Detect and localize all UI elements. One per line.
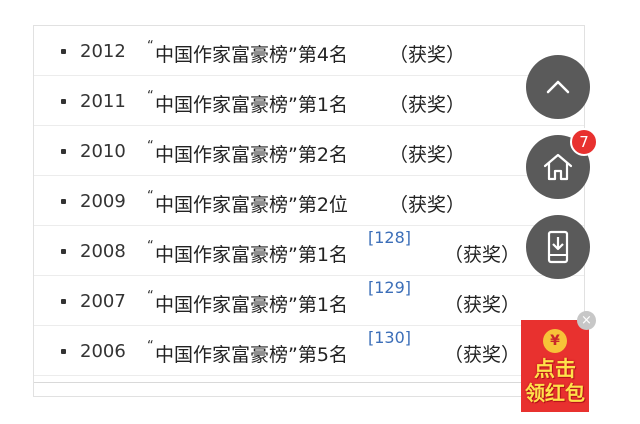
ranking-title: 中国作家富豪榜”第1名	[155, 294, 348, 316]
bullet	[61, 249, 66, 254]
bullet	[61, 299, 66, 304]
list-item: 2006 “ 中国作家富豪榜”第5名 [130] （获奖）	[34, 326, 584, 376]
award-tag: （获奖）	[389, 144, 466, 166]
ranking-title: 中国作家富豪榜”第2位	[155, 194, 348, 216]
ranking-title: 中国作家富豪榜”第2名	[155, 144, 348, 166]
divider	[34, 382, 584, 383]
year-label: 2009	[80, 191, 126, 212]
bullet	[61, 99, 66, 104]
list-item: 2011 “ 中国作家富豪榜”第1名 （获奖）	[34, 76, 584, 126]
reference-link[interactable]: [128]	[368, 228, 411, 247]
bullet	[61, 199, 66, 204]
award-tag: （获奖）	[444, 294, 521, 316]
red-packet-button[interactable]: ¥ 点击 领红包	[521, 320, 589, 412]
award-tag: （获奖）	[444, 344, 521, 366]
open-quote: “	[147, 239, 154, 254]
scroll-top-button[interactable]	[526, 55, 590, 119]
chevron-up-icon	[546, 80, 570, 94]
open-quote: “	[147, 189, 154, 204]
red-packet-label-line2: 领红包	[525, 381, 585, 405]
red-packet-label-line1: 点击	[534, 357, 576, 381]
bullet	[61, 49, 66, 54]
ranking-title: 中国作家富豪榜”第1名	[155, 94, 348, 116]
home-icon	[543, 153, 573, 181]
notification-badge: 7	[570, 128, 598, 156]
ranking-title: 中国作家富豪榜”第4名	[155, 44, 348, 66]
yuan-coin-icon: ¥	[543, 329, 567, 353]
year-label: 2010	[80, 141, 126, 162]
year-label: 2006	[80, 341, 126, 362]
award-tag: （获奖）	[389, 194, 466, 216]
year-label: 2008	[80, 241, 126, 262]
reference-link[interactable]: [130]	[368, 328, 411, 347]
award-tag: （获奖）	[389, 44, 466, 66]
phone-download-icon	[547, 230, 569, 264]
ranking-title: 中国作家富豪榜”第5名	[155, 344, 348, 366]
list-item: 2010 “ 中国作家富豪榜”第2名 （获奖）	[34, 126, 584, 176]
list-item: 2007 “ 中国作家富豪榜”第1名 [129] （获奖）	[34, 276, 584, 326]
open-quote: “	[147, 139, 154, 154]
open-quote: “	[147, 39, 154, 54]
open-quote: “	[147, 339, 154, 354]
open-quote: “	[147, 89, 154, 104]
year-label: 2011	[80, 91, 126, 112]
bullet	[61, 149, 66, 154]
reference-link[interactable]: [129]	[368, 278, 411, 297]
ranking-title: 中国作家富豪榜”第1名	[155, 244, 348, 266]
year-label: 2007	[80, 291, 126, 312]
bullet	[61, 349, 66, 354]
list-item: 2009 “ 中国作家富豪榜”第2位 （获奖）	[34, 176, 584, 226]
open-quote: “	[147, 289, 154, 304]
award-list: 2012 “ 中国作家富豪榜”第4名 （获奖） 2011 “ 中国作家富豪榜”第…	[33, 25, 585, 397]
list-item: 2008 “ 中国作家富豪榜”第1名 [128] （获奖）	[34, 226, 584, 276]
year-label: 2012	[80, 41, 126, 62]
list-item: 2012 “ 中国作家富豪榜”第4名 （获奖）	[34, 26, 584, 76]
award-tag: （获奖）	[444, 244, 521, 266]
close-icon[interactable]: ×	[577, 311, 596, 330]
award-tag: （获奖）	[389, 94, 466, 116]
app-download-button[interactable]	[526, 215, 590, 279]
